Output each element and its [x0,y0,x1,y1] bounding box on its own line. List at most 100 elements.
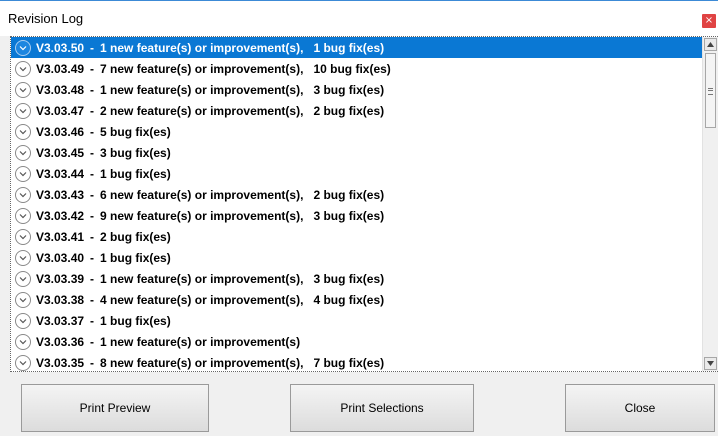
scroll-up-button[interactable] [704,38,717,51]
revision-version: V3.03.37 [36,313,85,328]
revision-features: 1 new feature(s) or improvement(s) [100,334,301,349]
chevron-down-icon[interactable] [15,354,31,371]
revision-features: 1 bug fix(es) [100,250,171,265]
revision-version: V3.03.39 [36,271,85,286]
print-preview-button[interactable]: Print Preview [21,384,209,432]
revision-row[interactable]: V3.03.38-4 new feature(s) or improvement… [11,289,703,310]
revision-features: 1 new feature(s) or improvement(s), [100,82,304,97]
revision-row[interactable]: V3.03.50-1 new feature(s) or improvement… [11,37,703,58]
revision-row[interactable]: V3.03.43-6 new feature(s) or improvement… [11,184,703,205]
chevron-down-icon[interactable] [15,228,31,245]
chevron-down-icon[interactable] [15,270,31,287]
revision-fixes: 4 bug fix(es) [313,292,385,307]
close-button[interactable]: Close [565,384,715,432]
vertical-scrollbar[interactable] [702,37,718,371]
revision-row[interactable]: V3.03.42-9 new feature(s) or improvement… [11,205,703,226]
close-icon[interactable]: × [702,14,716,28]
chevron-down-icon[interactable] [15,39,31,56]
separator: - [90,187,95,202]
chevron-down-icon[interactable] [15,102,31,119]
separator: - [90,250,95,265]
revision-version: V3.03.45 [36,145,85,160]
separator: - [90,271,95,286]
chevron-down-icon[interactable] [15,81,31,98]
revision-features: 2 bug fix(es) [100,229,171,244]
separator: - [90,208,95,223]
chevron-down-icon[interactable] [15,186,31,203]
revision-version: V3.03.36 [36,334,85,349]
revision-version: V3.03.41 [36,229,85,244]
revision-row[interactable]: V3.03.47-2 new feature(s) or improvement… [11,100,703,121]
grip-icon [708,88,713,95]
revision-log-window: Revision Log × V3.03.50-1 new feature(s)… [0,0,718,436]
revision-features: 5 bug fix(es) [100,124,171,139]
revision-features: 4 new feature(s) or improvement(s), [100,292,304,307]
separator: - [90,166,95,181]
scroll-thumb[interactable] [705,53,716,128]
revision-row[interactable]: V3.03.49-7 new feature(s) or improvement… [11,58,703,79]
revision-version: V3.03.43 [36,187,85,202]
revision-fixes: 3 bug fix(es) [313,82,385,97]
revision-version: V3.03.35 [36,355,85,370]
chevron-down-icon[interactable] [15,165,31,182]
revision-fixes: 2 bug fix(es) [313,187,385,202]
revision-features: 1 new feature(s) or improvement(s), [100,271,304,286]
separator: - [90,61,95,76]
print-selections-button[interactable]: Print Selections [290,384,474,432]
revision-features: 3 bug fix(es) [100,145,171,160]
revision-features: 1 new feature(s) or improvement(s), [100,40,304,55]
revision-features: 8 new feature(s) or improvement(s), [100,355,304,370]
revision-fixes: 10 bug fix(es) [313,61,391,76]
separator: - [90,103,95,118]
chevron-down-icon[interactable] [15,291,31,308]
window-title: Revision Log [8,11,84,26]
arrow-down-icon [707,361,714,366]
scroll-down-button[interactable] [704,357,717,370]
revision-fixes: 1 bug fix(es) [313,40,385,55]
revision-row[interactable]: V3.03.36-1 new feature(s) or improvement… [11,331,703,352]
revision-row[interactable]: V3.03.45-3 bug fix(es) [11,142,703,163]
revision-version: V3.03.47 [36,103,85,118]
chevron-down-icon[interactable] [15,144,31,161]
separator: - [90,292,95,307]
chevron-down-icon[interactable] [15,123,31,140]
revision-version: V3.03.49 [36,61,85,76]
separator: - [90,82,95,97]
revision-version: V3.03.44 [36,166,85,181]
revision-fixes: 7 bug fix(es) [313,355,385,370]
revision-fixes: 3 bug fix(es) [313,208,385,223]
revision-rows: V3.03.50-1 new feature(s) or improvement… [11,37,703,371]
chevron-down-icon[interactable] [15,207,31,224]
revision-fixes: 2 bug fix(es) [313,103,385,118]
revision-row[interactable]: V3.03.40-1 bug fix(es) [11,247,703,268]
revision-features: 6 new feature(s) or improvement(s), [100,187,304,202]
revision-row[interactable]: V3.03.37-1 bug fix(es) [11,310,703,331]
separator: - [90,229,95,244]
chevron-down-icon[interactable] [15,60,31,77]
revision-row[interactable]: V3.03.41-2 bug fix(es) [11,226,703,247]
separator: - [90,124,95,139]
revision-row[interactable]: V3.03.35-8 new feature(s) or improvement… [11,352,703,371]
separator: - [90,334,95,349]
chevron-down-icon[interactable] [15,333,31,350]
revision-fixes: 3 bug fix(es) [313,271,385,286]
revision-version: V3.03.48 [36,82,85,97]
revision-list[interactable]: V3.03.50-1 new feature(s) or improvement… [10,36,718,372]
revision-row[interactable]: V3.03.44-1 bug fix(es) [11,163,703,184]
revision-features: 9 new feature(s) or improvement(s), [100,208,304,223]
revision-row[interactable]: V3.03.48-1 new feature(s) or improvement… [11,79,703,100]
chevron-down-icon[interactable] [15,312,31,329]
revision-row[interactable]: V3.03.39-1 new feature(s) or improvement… [11,268,703,289]
revision-row[interactable]: V3.03.46-5 bug fix(es) [11,121,703,142]
revision-version: V3.03.42 [36,208,85,223]
chevron-down-icon[interactable] [15,249,31,266]
revision-features: 1 bug fix(es) [100,166,171,181]
separator: - [90,145,95,160]
revision-version: V3.03.50 [36,40,85,55]
revision-version: V3.03.38 [36,292,85,307]
revision-features: 7 new feature(s) or improvement(s), [100,61,304,76]
revision-features: 1 bug fix(es) [100,313,171,328]
revision-version: V3.03.40 [36,250,85,265]
revision-features: 2 new feature(s) or improvement(s), [100,103,304,118]
revision-version: V3.03.46 [36,124,85,139]
